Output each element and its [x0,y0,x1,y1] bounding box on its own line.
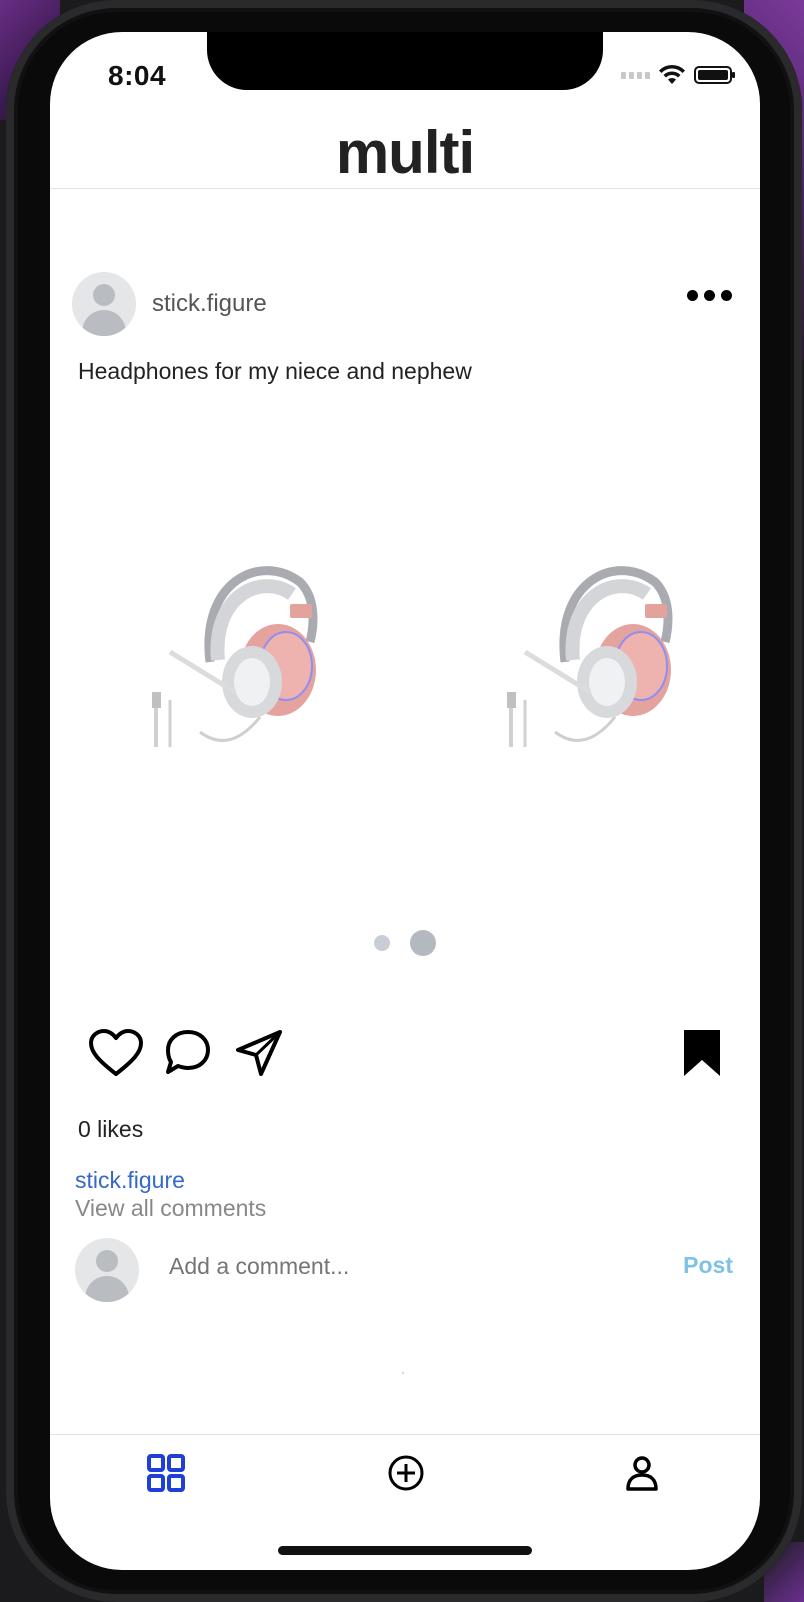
scroll-indicator [402,1372,404,1374]
heart-icon[interactable] [88,1028,144,1078]
status-time: 8:04 [108,60,167,91]
image-carousel[interactable] [50,452,760,912]
likes-count: 0 likes [78,1116,144,1142]
headphones-image [152,566,318,747]
phone-frame: 8:04 multi stick.figure Headphones for m… [6,0,802,1602]
carousel-dot-active[interactable] [410,930,436,956]
author-username[interactable]: stick.figure [152,290,267,318]
app-header: multi [50,120,760,189]
comment-icon[interactable] [164,1028,212,1078]
battery-icon [694,66,735,84]
post-header: stick.figure [72,272,738,338]
post-actions [88,1028,722,1084]
home-indicator[interactable] [278,1546,532,1555]
add-circle-icon[interactable] [386,1453,426,1493]
user-avatar [75,1238,139,1302]
grid-icon[interactable] [146,1453,186,1493]
tab-bar [50,1434,760,1525]
carousel-pagination [50,930,760,956]
carousel-dot[interactable] [374,935,390,951]
cellular-signal-icon [621,71,650,79]
app-title: multi [335,119,475,186]
send-icon[interactable] [234,1028,284,1078]
author-avatar[interactable] [72,272,136,336]
status-icons [621,64,735,86]
profile-icon[interactable] [624,1453,660,1493]
bookmark-icon[interactable] [682,1028,722,1078]
post-comment-button[interactable]: Post [683,1252,733,1279]
view-all-comments-link[interactable]: View all comments [75,1195,266,1222]
caption-author-link[interactable]: stick.figure [75,1167,185,1194]
wifi-icon [659,64,685,84]
comment-input[interactable] [167,1252,467,1281]
screen: 8:04 multi stick.figure Headphones for m… [50,32,760,1570]
headphones-image [507,566,673,747]
comment-row: Post [75,1238,735,1304]
notch [207,32,603,90]
post-caption: Headphones for my niece and nephew [78,358,472,384]
more-options-icon[interactable] [687,290,732,301]
